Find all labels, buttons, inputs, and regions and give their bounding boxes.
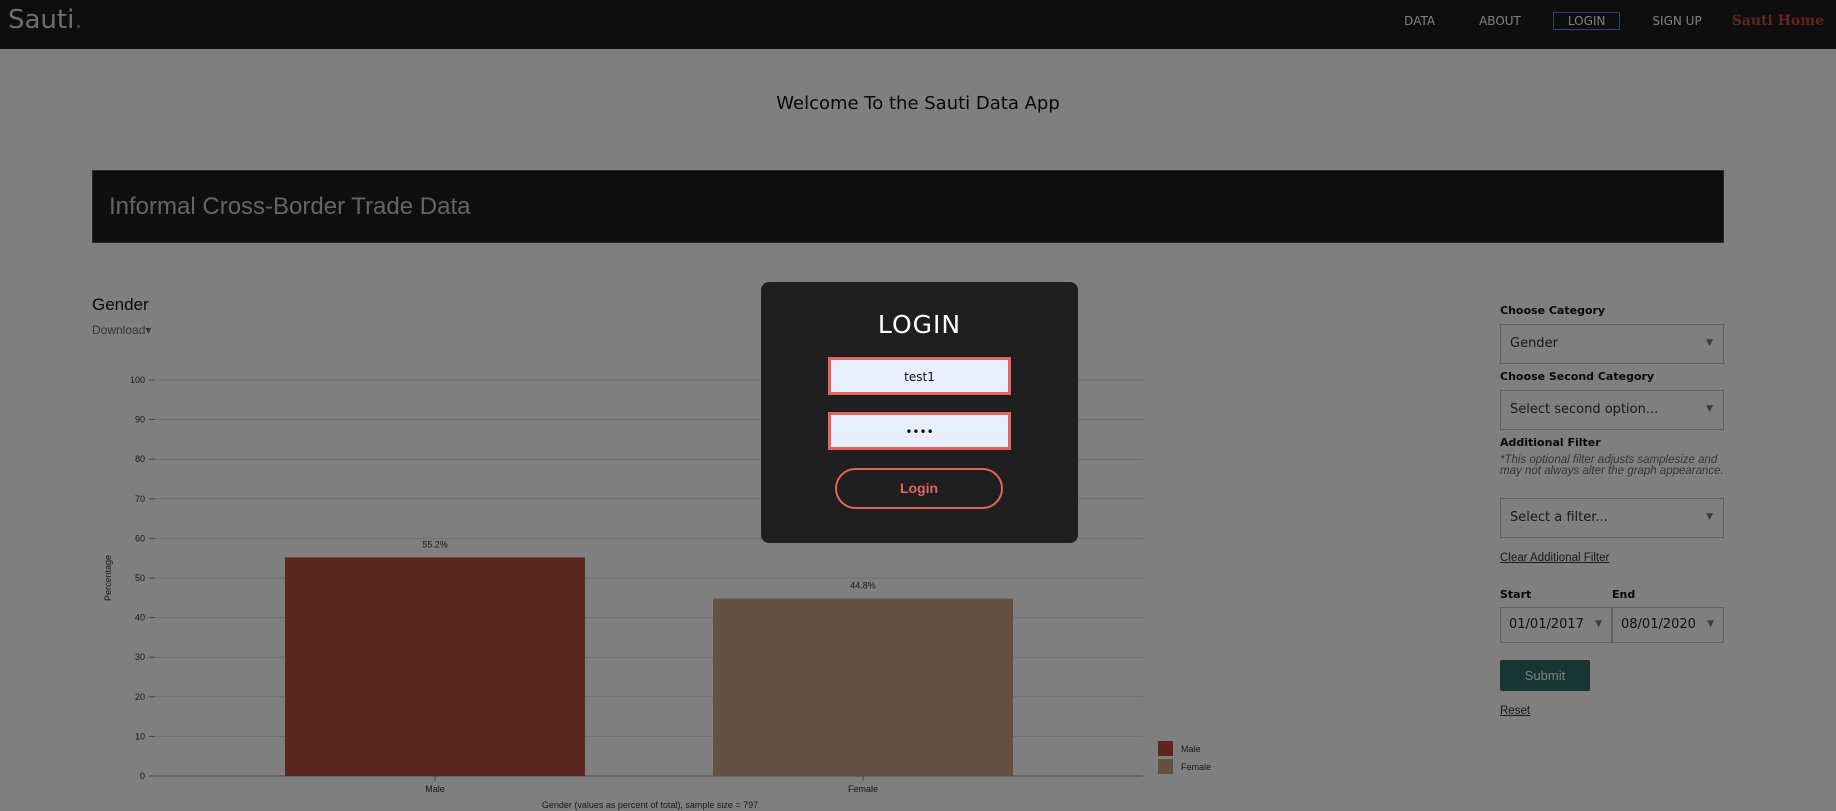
login-title: LOGIN [877,310,962,339]
password-input[interactable]: •••• [828,412,1011,450]
username-input[interactable]: test1 [828,357,1011,395]
login-button[interactable]: Login [835,468,1003,509]
login-modal: LOGIN test1 •••• Login [761,282,1078,543]
